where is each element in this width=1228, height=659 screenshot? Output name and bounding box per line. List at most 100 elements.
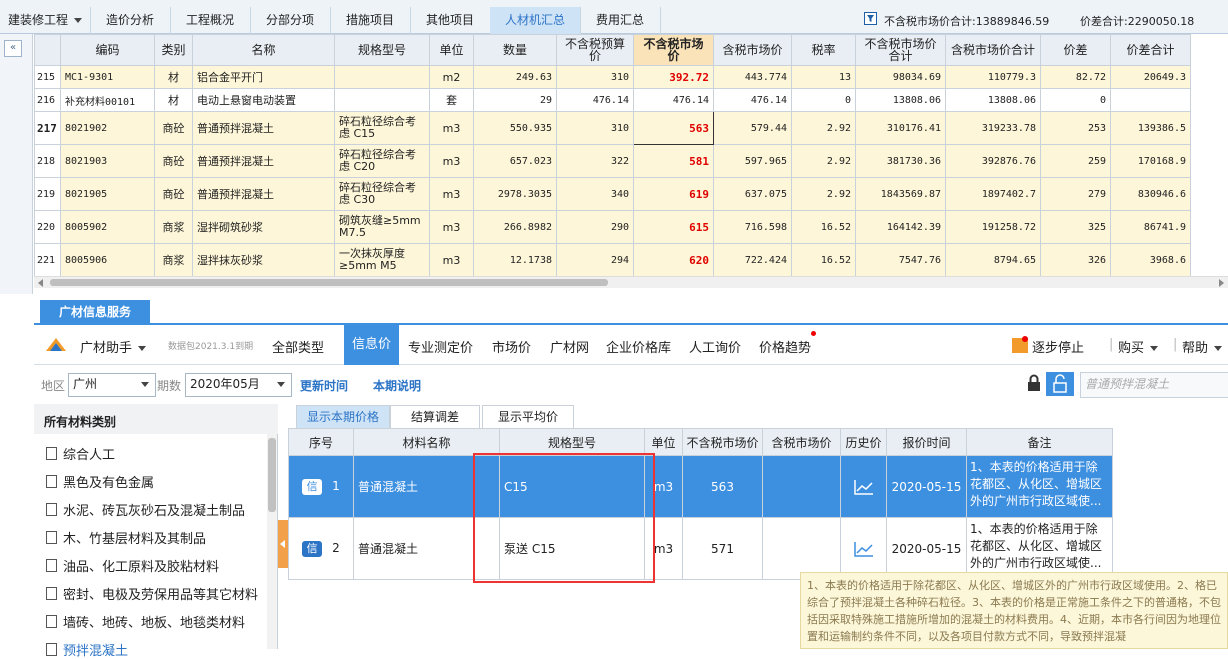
- cell-diff[interactable]: 253: [1040, 111, 1111, 145]
- col-header[interactable]: 单位: [429, 34, 474, 66]
- tab-project-selector[interactable]: 建装修工程: [0, 7, 91, 34]
- cell-market[interactable]: 392.72: [633, 65, 714, 89]
- table-row[interactable]: 220 8005902 商浆 湿拌砌筑砂浆 砌筑灰缝≥5mm M7.5 m3 266.898…: [34, 210, 1191, 244]
- category-item[interactable]: 木、竹基层材料及其制品: [46, 528, 206, 547]
- cell-untaxed-sum[interactable]: 98034.69: [855, 65, 946, 89]
- tab-labor-inquiry[interactable]: 人工询价: [689, 337, 741, 356]
- cell-taxed-price[interactable]: [762, 455, 841, 518]
- col-header[interactable]: 价差: [1040, 34, 1111, 66]
- category-item[interactable]: 预拌混凝土: [46, 640, 128, 659]
- unlock-icon[interactable]: [1046, 372, 1074, 396]
- cell-rate[interactable]: 2.92: [791, 144, 856, 178]
- cell-taxed-sum[interactable]: 1897402.7: [945, 177, 1041, 211]
- category-scrollbar[interactable]: [267, 434, 277, 649]
- cell-unit[interactable]: 套: [429, 88, 474, 112]
- row-index[interactable]: 218: [34, 144, 61, 178]
- cell-diff[interactable]: 82.72: [1040, 65, 1111, 89]
- cell-qty[interactable]: 266.8982: [473, 210, 557, 244]
- cell-name[interactable]: 湿拌砌筑砂浆: [192, 210, 335, 244]
- row-index[interactable]: 219: [34, 177, 61, 211]
- col-header[interactable]: 含税市场价合计: [945, 34, 1041, 66]
- cell-qty[interactable]: 550.935: [473, 111, 557, 145]
- tab-all-types[interactable]: 全部类型: [272, 337, 324, 356]
- table-row[interactable]: 216 补充材料00101 材电动上悬窗电动装置套 29 476.14 476.14 476…: [34, 88, 1191, 112]
- cell-untaxed-price[interactable]: 571: [682, 517, 763, 580]
- cell-diff-sum[interactable]: 86741.9: [1110, 210, 1191, 244]
- cell-date[interactable]: 2020-05-15: [886, 517, 967, 580]
- category-item[interactable]: 综合人工: [46, 444, 115, 463]
- col-header[interactable]: 规格型号: [334, 34, 430, 66]
- table-row[interactable]: 219 8021905 商砼 普通预拌混凝土 碎石粒径综合考虑 C30 m3 2978.30…: [34, 177, 1191, 211]
- cell-tax-market[interactable]: 476.14: [713, 88, 792, 112]
- category-item[interactable]: 密封、电极及劳保用品等其它材料: [46, 584, 258, 603]
- cell-tax-market[interactable]: 637.075: [713, 177, 792, 211]
- price-row[interactable]: 信 1 普通混凝土 C15 m3 563 2020-05-15 1、本表的价格适用于除花都区、…: [288, 455, 1113, 518]
- tab-cost-analysis[interactable]: 造价分析: [90, 7, 171, 34]
- col-header[interactable]: 编码: [60, 34, 155, 66]
- tab-current-price[interactable]: 显示本期价格: [296, 405, 390, 429]
- row-index[interactable]: 215: [34, 65, 61, 89]
- col-header-highlight[interactable]: 不含税市场价: [633, 34, 714, 66]
- filter-icon[interactable]: [864, 12, 877, 25]
- cell-taxed-sum[interactable]: 191258.72: [945, 210, 1041, 244]
- cell-taxed-sum[interactable]: 392876.76: [945, 144, 1041, 178]
- stop-gradually-button[interactable]: 逐步停止: [1032, 337, 1084, 356]
- buy-menu[interactable]: 购买: [1118, 337, 1159, 356]
- col-header[interactable]: 不含税市场价: [682, 428, 763, 456]
- tab-enterprise-library[interactable]: 企业价格库: [606, 337, 671, 356]
- cell-diff[interactable]: 259: [1040, 144, 1111, 178]
- cell-rate[interactable]: 0: [791, 88, 856, 112]
- trend-chart-icon[interactable]: [853, 478, 875, 496]
- cell-spec[interactable]: 一次抹灰厚度≥5mm M5: [334, 243, 430, 277]
- col-header[interactable]: 材料名称: [353, 428, 500, 456]
- cell-type[interactable]: 商浆: [154, 243, 193, 277]
- cell-tax-market[interactable]: 579.44: [713, 111, 792, 145]
- cell-tax-market[interactable]: 716.598: [713, 210, 792, 244]
- cell-spec[interactable]: [334, 88, 430, 112]
- scrollbar-thumb[interactable]: [268, 438, 276, 512]
- cell-rate[interactable]: 13: [791, 65, 856, 89]
- lock-icon[interactable]: [1026, 374, 1042, 392]
- assistant-menu[interactable]: 广材助手: [80, 337, 147, 356]
- cell-spec[interactable]: 碎石粒径综合考虑 C30: [334, 177, 430, 211]
- tab-labor-material-summary[interactable]: 人材机汇总: [490, 7, 581, 34]
- col-header[interactable]: 单位: [644, 428, 683, 456]
- tab-sub-items[interactable]: 分部分项: [250, 7, 331, 34]
- cell-code[interactable]: 8021905: [60, 177, 155, 211]
- cell-untaxed-sum[interactable]: 7547.76: [855, 243, 946, 277]
- cell-qty[interactable]: 29: [473, 88, 557, 112]
- cell-name[interactable]: 普通预拌混凝土: [192, 144, 335, 178]
- cell-type[interactable]: 商砼: [154, 111, 193, 145]
- cell-rate[interactable]: 2.92: [791, 177, 856, 211]
- col-header[interactable]: 历史价: [840, 428, 887, 456]
- cell-note[interactable]: 1、本表的价格适用于除花都区、从化区、增城区外的广州市行政区域使...: [966, 517, 1113, 580]
- col-header[interactable]: 税率: [791, 34, 856, 66]
- collapse-left-icon[interactable]: «: [4, 40, 22, 57]
- cell-history[interactable]: [840, 455, 887, 518]
- cell-budget[interactable]: 310: [556, 111, 634, 145]
- cell-budget[interactable]: 476.14: [556, 88, 634, 112]
- cell-name[interactable]: 湿拌抹灰砂浆: [192, 243, 335, 277]
- category-item[interactable]: 水泥、砖瓦灰砂石及混凝土制品: [46, 500, 245, 519]
- cell-budget[interactable]: 340: [556, 177, 634, 211]
- tab-measures[interactable]: 措施项目: [330, 7, 411, 34]
- cell-code[interactable]: 8021903: [60, 144, 155, 178]
- cell-untaxed-sum[interactable]: 13808.06: [855, 88, 946, 112]
- cell-code[interactable]: 8005902: [60, 210, 155, 244]
- tab-average-price[interactable]: 显示平均价: [482, 405, 574, 429]
- cell-qty[interactable]: 657.023: [473, 144, 557, 178]
- price-row[interactable]: 信 2 普通混凝土 泵送 C15 m3 571 2020-05-15 1、本表的价格适用于除花…: [288, 517, 1113, 580]
- cell-taxed-sum[interactable]: 8794.65: [945, 243, 1041, 277]
- table-row[interactable]: 221 8005906 商浆 湿拌抹灰砂浆 一次抹灰厚度≥5mm M5 m3 12.1738…: [34, 243, 1191, 277]
- cell-code[interactable]: MC1-9301: [60, 65, 155, 89]
- cell-untaxed-sum[interactable]: 310176.41: [855, 111, 946, 145]
- cell-diff[interactable]: 0: [1040, 88, 1111, 112]
- cell-history[interactable]: [840, 517, 887, 580]
- col-header[interactable]: 备注: [966, 428, 1113, 456]
- cell-untaxed-sum[interactable]: 1843569.87: [855, 177, 946, 211]
- cell-unit[interactable]: m3: [429, 144, 474, 178]
- col-header[interactable]: 类别: [154, 34, 193, 66]
- scroll-left-icon[interactable]: [38, 279, 43, 287]
- trend-chart-icon[interactable]: [853, 540, 875, 558]
- tab-gc-website[interactable]: 广材网: [550, 337, 589, 356]
